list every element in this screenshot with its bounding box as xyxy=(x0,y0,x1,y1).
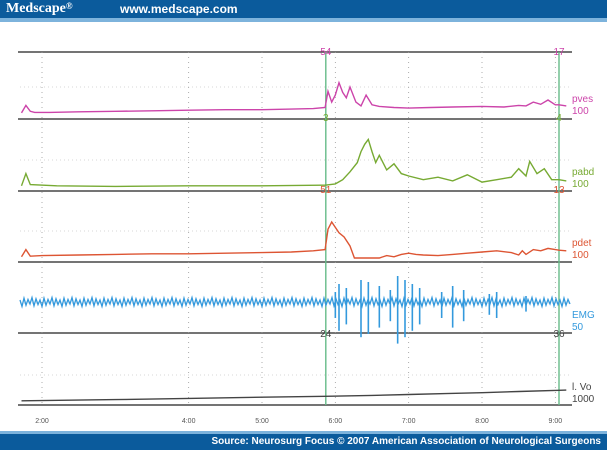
marker-right-value: 4 xyxy=(556,113,562,124)
x-tick-label: 5:00 xyxy=(255,418,269,425)
marker-left-value: 51 xyxy=(320,185,332,196)
marker-left-value: 54 xyxy=(320,47,332,58)
marker-left-value: 24 xyxy=(320,329,332,340)
source-caption: Source: Neurosurg Focus © 2007 American … xyxy=(211,436,602,447)
marker-left-value: 3 xyxy=(323,113,329,124)
trace-pabd xyxy=(20,137,567,188)
channel-name-label: pdet xyxy=(572,238,592,249)
x-tick-label: 4:00 xyxy=(182,418,196,425)
emg-trace xyxy=(19,295,571,309)
marker-right-value: 36 xyxy=(553,329,565,340)
x-tick-label: 8:00 xyxy=(475,418,489,425)
channel-name-label: l. Vo xyxy=(572,382,592,393)
marker-right-value: 13 xyxy=(553,185,565,196)
channel-scale-label: 100 xyxy=(572,250,589,261)
footer-bar: Source: Neurosurg Focus © 2007 American … xyxy=(0,434,607,450)
x-tick-label: 7:00 xyxy=(402,418,416,425)
x-tick-label: 9:00 xyxy=(549,418,563,425)
channel-name-label: pabd xyxy=(572,167,594,178)
x-tick-label: 2:00 xyxy=(35,418,49,425)
urodynamic-chart: 54 17pves1003 4pabd10051 13pdet100EMG5024 36… xyxy=(18,47,595,425)
channel-scale-label: 100 xyxy=(572,179,589,190)
x-tick-label: 6:00 xyxy=(329,418,343,425)
channel-scale-label: 1000 xyxy=(572,394,595,405)
channel-scale-label: 50 xyxy=(572,322,584,333)
channel-name-label: pves xyxy=(572,94,593,105)
trace-lvo xyxy=(21,389,567,402)
channel-scale-label: 100 xyxy=(572,106,589,117)
trace-pdet xyxy=(20,220,567,259)
channel-name-label: EMG xyxy=(572,310,595,321)
marker-right-value: 17 xyxy=(553,47,565,58)
